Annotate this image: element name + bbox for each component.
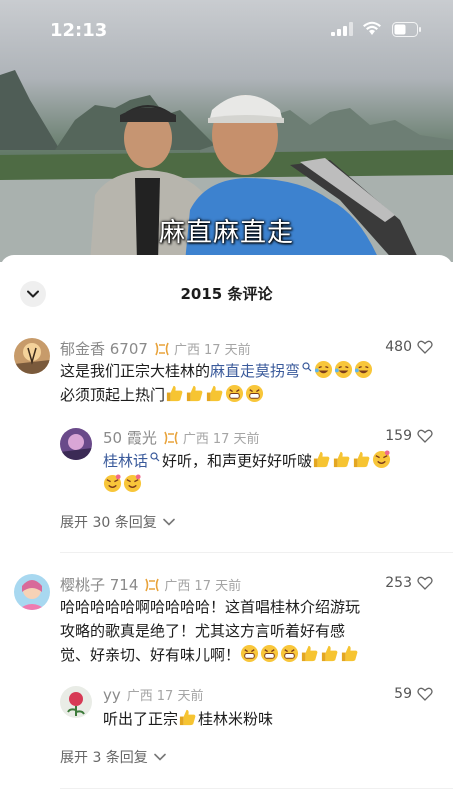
timestamp: 17 天前: [156, 689, 204, 704]
comment-meta: 樱桃子 714 广西 17 天前: [60, 574, 241, 595]
divider: [60, 788, 453, 789]
comment-text-line: 攻略的歌真是绝了！尤其这方言听着好有感: [60, 622, 346, 640]
username[interactable]: 樱桃子 714: [60, 574, 138, 595]
wifi-icon: [363, 21, 381, 35]
thumbs-up-emoji: [340, 644, 359, 663]
comment-text: 这是我们正宗大桂林的麻直走莫拐弯 必须顶起上热门: [60, 359, 440, 407]
search-link[interactable]: 桂林话: [103, 452, 148, 470]
reply-text: 桂林话 好听，和声更好好听啵: [103, 449, 438, 497]
thumbs-up-emoji: [352, 450, 371, 469]
comment-text-part: 这是我们正宗大桂林的: [60, 362, 211, 380]
grin-emoji: [280, 644, 299, 663]
comment-text-part: 必须顶起上热门: [60, 386, 166, 404]
video-subtitle: 麻直麻直走: [158, 218, 294, 248]
fan-badge-icon: [145, 578, 160, 591]
comment-count-title: 2015 条评论: [180, 285, 273, 303]
comment-sheet-header: 2015 条评论: [0, 255, 453, 333]
status-time: 12:13: [50, 20, 108, 41]
expand-replies-label: 展开 3 条回复: [60, 750, 148, 766]
comment-meta: 郁金香 6707 广西 17 天前: [60, 338, 251, 359]
grin-emoji: [245, 384, 264, 403]
timestamp: 17 天前: [203, 343, 251, 358]
comment-text-line: 觉、好亲切、好有味儿啊！: [60, 646, 241, 664]
signal-icon: [331, 22, 353, 36]
like-count: 159: [385, 428, 412, 444]
battery-icon: [392, 22, 421, 37]
heart-icon: [417, 687, 433, 701]
like-button[interactable]: 159: [385, 428, 433, 444]
avatar[interactable]: [14, 574, 50, 610]
chevron-down-icon: [162, 518, 175, 526]
thumbs-up-emoji: [165, 384, 184, 403]
video-player[interactable]: 12:13 麻直麻直走: [0, 0, 453, 262]
location: 广西: [173, 343, 200, 358]
expand-replies-button[interactable]: 展开 30 条回复: [60, 512, 175, 532]
username[interactable]: 50 霞光: [103, 427, 157, 448]
fan-badge-icon: [164, 431, 178, 444]
expand-replies-label: 展开 30 条回复: [60, 515, 157, 531]
heart-icon: [417, 340, 433, 354]
avatar[interactable]: [60, 686, 92, 718]
timestamp: 17 天前: [194, 579, 242, 594]
fan-badge-icon: [155, 342, 169, 355]
username[interactable]: yy: [103, 686, 121, 704]
like-count: 59: [394, 686, 412, 702]
heart-icon: [417, 429, 433, 443]
laughing-emoji: [334, 360, 353, 379]
avatar[interactable]: [14, 338, 50, 374]
reply-text-part: 好听，和声更好好听啵: [162, 452, 313, 470]
expand-replies-button[interactable]: 展开 3 条回复: [60, 747, 166, 767]
timestamp: 17 天前: [212, 432, 260, 447]
grin-emoji: [225, 384, 244, 403]
like-button[interactable]: 59: [394, 686, 433, 702]
avatar[interactable]: [60, 428, 92, 460]
grin-emoji: [240, 644, 259, 663]
search-link[interactable]: 麻直走莫拐弯: [210, 362, 300, 380]
thumbs-up-emoji: [205, 384, 224, 403]
search-icon: [150, 452, 160, 462]
thumbs-up-emoji: [300, 644, 319, 663]
love-emoji: [103, 474, 122, 493]
like-button[interactable]: 480: [385, 339, 433, 355]
reply-meta: yy 广西 17 天前: [103, 685, 204, 705]
location: 广西: [164, 579, 191, 594]
heart-icon: [417, 576, 433, 590]
thumbs-up-emoji: [178, 708, 197, 727]
search-icon: [302, 362, 312, 372]
location: 广西: [126, 689, 153, 704]
status-bar: 12:13: [0, 0, 453, 60]
reply-text-part: 听出了正宗: [103, 710, 179, 728]
grin-emoji: [260, 644, 279, 663]
thumbs-up-emoji: [320, 644, 339, 663]
like-button[interactable]: 253: [385, 575, 433, 591]
reply-text-part: 桂林米粉味: [198, 710, 274, 728]
comment-text: 哈哈哈哈哈啊哈哈哈哈！这首唱桂林介绍游玩 攻略的歌真是绝了！尤其这方言听着好有感…: [60, 595, 445, 667]
location: 广西: [182, 432, 209, 447]
like-count: 253: [385, 575, 412, 591]
like-count: 480: [385, 339, 412, 355]
chevron-down-icon: [154, 753, 166, 761]
thumbs-up-emoji: [332, 450, 351, 469]
divider: [60, 552, 453, 553]
love-emoji: [123, 474, 142, 493]
reply-text: 听出了正宗 桂林米粉味: [103, 707, 438, 731]
laughing-emoji: [354, 360, 373, 379]
thumbs-up-emoji: [312, 450, 331, 469]
thumbs-up-emoji: [185, 384, 204, 403]
comment-text-line: 哈哈哈哈哈啊哈哈哈哈！这首唱桂林介绍游玩: [60, 598, 361, 616]
reply-meta: 50 霞光 广西 17 天前: [103, 427, 260, 448]
laughing-emoji: [314, 360, 333, 379]
love-emoji: [372, 450, 391, 469]
username[interactable]: 郁金香 6707: [60, 338, 148, 359]
